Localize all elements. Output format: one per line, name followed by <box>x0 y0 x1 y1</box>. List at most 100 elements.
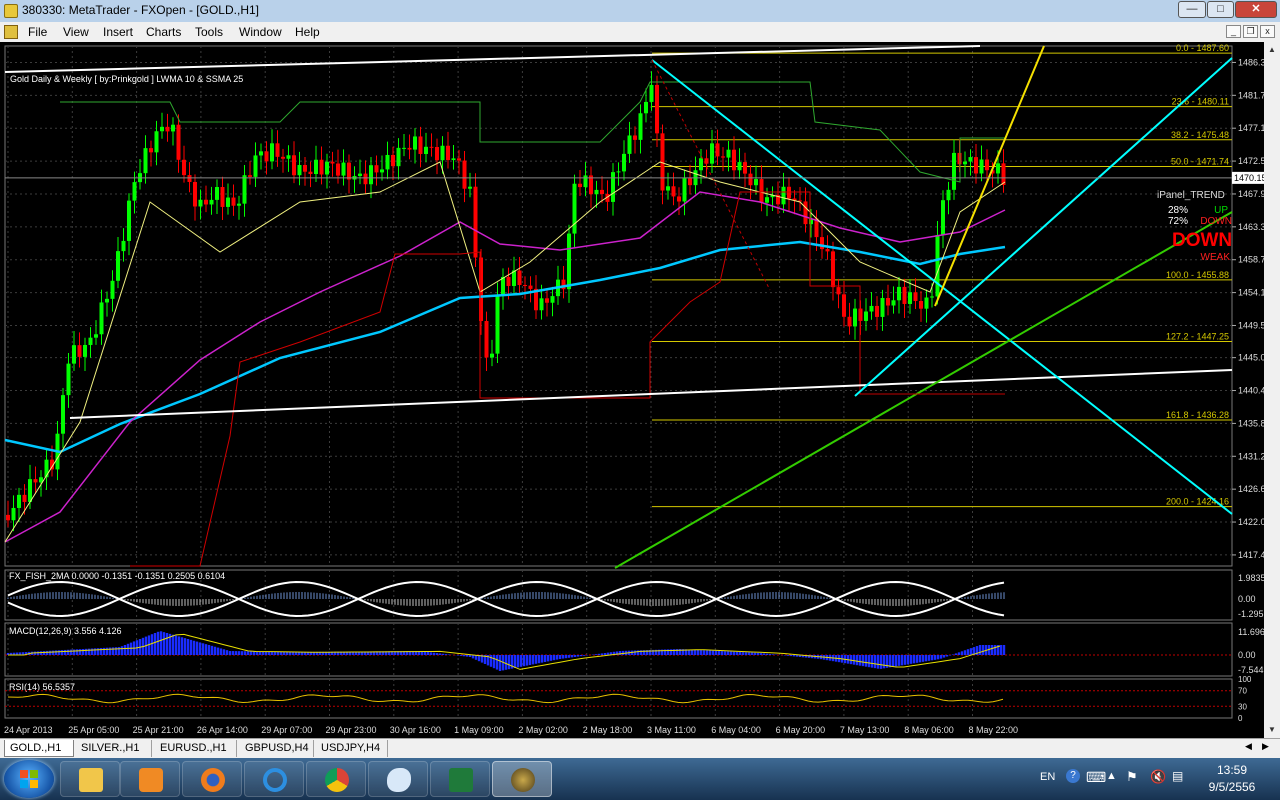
candle-body <box>424 146 428 154</box>
candle-body <box>638 113 643 140</box>
ipanel-strength: WEAK <box>1201 252 1231 263</box>
menu-charts[interactable]: Charts <box>146 25 181 39</box>
taskbar-internet-explorer[interactable] <box>244 761 304 797</box>
candle-body <box>132 182 137 201</box>
fib-level-label: 127.2 - 1447.25 <box>1166 332 1229 342</box>
date-tick-label: 8 May 22:00 <box>969 725 1019 735</box>
date-tick-label: 6 May 20:00 <box>776 725 826 735</box>
maximize-button[interactable]: □ <box>1207 1 1234 18</box>
tray-expand-icon[interactable]: ▲ <box>1106 770 1117 782</box>
tab-eurusd-h1[interactable]: EURUSD.,H1 <box>155 740 237 757</box>
taskbar-chrome[interactable] <box>306 761 366 797</box>
scroll-down-icon[interactable]: ▼ <box>1266 724 1278 736</box>
date-tick-label: 6 May 04:00 <box>711 725 761 735</box>
price-tick-label: 1449.50 <box>1238 320 1264 330</box>
candle-body <box>583 175 588 188</box>
candle-body <box>781 186 786 205</box>
taskbar-firefox[interactable] <box>182 761 242 797</box>
action-center-icon[interactable]: ⚑ <box>1126 769 1138 785</box>
date-tick-label: 24 Apr 2013 <box>4 725 53 735</box>
current-price-label: 1470.15 <box>1234 173 1264 183</box>
candle-body <box>864 311 868 321</box>
candle-body <box>215 187 219 200</box>
mdi-restore-button[interactable]: ❐ <box>1243 25 1258 38</box>
candle-body <box>913 292 918 301</box>
candle-body <box>484 321 489 358</box>
price-tick-label: 1440.40 <box>1238 386 1264 396</box>
ipanel-trend-big: DOWN <box>1172 230 1232 251</box>
candle-body <box>748 173 753 186</box>
window-title: 380330: MetaTrader - FXOpen - [GOLD.,H1] <box>22 3 259 17</box>
candle-body <box>171 124 175 132</box>
price-chart[interactable]: 24 Apr 2013 25 Apr 05:00 25 Apr 21:00 26 Ap… <box>0 42 1264 738</box>
candle-body <box>803 201 808 225</box>
language-indicator[interactable]: EN <box>1040 771 1055 783</box>
fib-level-label: 0.0 - 1487.60 <box>1176 43 1229 53</box>
candle-body <box>248 175 252 177</box>
candle-body <box>314 159 318 175</box>
network-icon[interactable]: ▤ <box>1172 769 1183 783</box>
tabs-right-arrow-icon[interactable]: ▶ <box>1262 741 1269 752</box>
candle-body <box>308 171 313 175</box>
candle-body <box>908 292 912 304</box>
menu-file[interactable]: File <box>28 25 47 39</box>
tab-silver-h1[interactable]: SILVER.,H1 <box>76 740 152 757</box>
chart-indicator-label: Gold Daily & Weekly [ by:Prinkgold ] LWM… <box>10 74 243 84</box>
menu-tools[interactable]: Tools <box>195 25 223 39</box>
candle-body <box>501 276 505 297</box>
candle-body <box>385 154 390 170</box>
firefox-icon <box>201 768 225 792</box>
start-button[interactable] <box>4 760 54 798</box>
scroll-up-icon[interactable]: ▲ <box>1266 44 1278 56</box>
candle-body <box>974 157 978 174</box>
price-tick-label: 1445.00 <box>1238 353 1264 363</box>
clock[interactable]: 13:59 9/5/2556 <box>1192 762 1272 796</box>
taskbar-metatrader[interactable] <box>492 761 552 797</box>
candle-body <box>341 162 346 176</box>
candle-body <box>88 337 93 345</box>
taskbar-excel[interactable] <box>430 761 490 797</box>
candle-body <box>429 146 434 148</box>
taskbar-media-player[interactable] <box>120 761 180 797</box>
macd-label: MACD(12,26,9) 3.556 4.126 <box>9 626 122 636</box>
minimize-button[interactable]: — <box>1178 1 1206 18</box>
candle-body <box>847 316 852 327</box>
tab-usdjpy-h4[interactable]: USDJPY,H4 <box>316 740 388 757</box>
fib-level-label: 38.2 - 1475.48 <box>1171 130 1229 140</box>
menu-insert[interactable]: Insert <box>103 25 133 39</box>
paint-icon <box>387 768 411 792</box>
candle-body <box>303 165 307 172</box>
help-icon[interactable]: ? <box>1066 769 1080 783</box>
macd-tick-label: 0.00 <box>1238 650 1256 660</box>
mdi-close-button[interactable]: x <box>1260 25 1275 38</box>
keyboard-icon[interactable]: ⌨ <box>1086 769 1106 786</box>
close-button[interactable]: ✕ <box>1235 1 1277 18</box>
menu-window[interactable]: Window <box>239 25 282 39</box>
candle-body <box>924 297 929 309</box>
fisher-tick-label: 1.9835 <box>1238 573 1264 583</box>
menu-help[interactable]: Help <box>295 25 320 39</box>
vertical-scrollbar[interactable]: ▲ ▼ <box>1264 42 1280 738</box>
candle-body <box>968 157 973 162</box>
chart-window-icon[interactable] <box>4 25 18 39</box>
candle-body <box>820 237 824 250</box>
candle-body <box>94 334 98 338</box>
mdi-minimize-button[interactable]: _ <box>1226 25 1241 38</box>
chart-window[interactable]: 24 Apr 2013 25 Apr 05:00 25 Apr 21:00 26 Ap… <box>0 42 1280 738</box>
tabs-left-arrow-icon[interactable]: ◀ <box>1245 741 1252 752</box>
candle-body <box>787 186 791 199</box>
candle-body <box>935 235 940 297</box>
candle-body <box>242 175 247 204</box>
tab-gbpusd-h4[interactable]: GBPUSD,H4 <box>240 740 314 757</box>
menu-view[interactable]: View <box>63 25 89 39</box>
candle-body <box>886 298 890 306</box>
ipanel-down-label: DOWN <box>1200 216 1232 227</box>
candle-body <box>649 84 654 102</box>
tab-gold-h1[interactable]: GOLD.,H1 <box>4 740 74 757</box>
taskbar-paint[interactable] <box>368 761 428 797</box>
candle-body <box>281 156 285 159</box>
taskbar-explorer[interactable] <box>60 761 120 797</box>
date-tick-label: 8 May 06:00 <box>904 725 954 735</box>
candle-body <box>1001 163 1006 185</box>
volume-icon[interactable]: 🔇 <box>1150 769 1166 785</box>
